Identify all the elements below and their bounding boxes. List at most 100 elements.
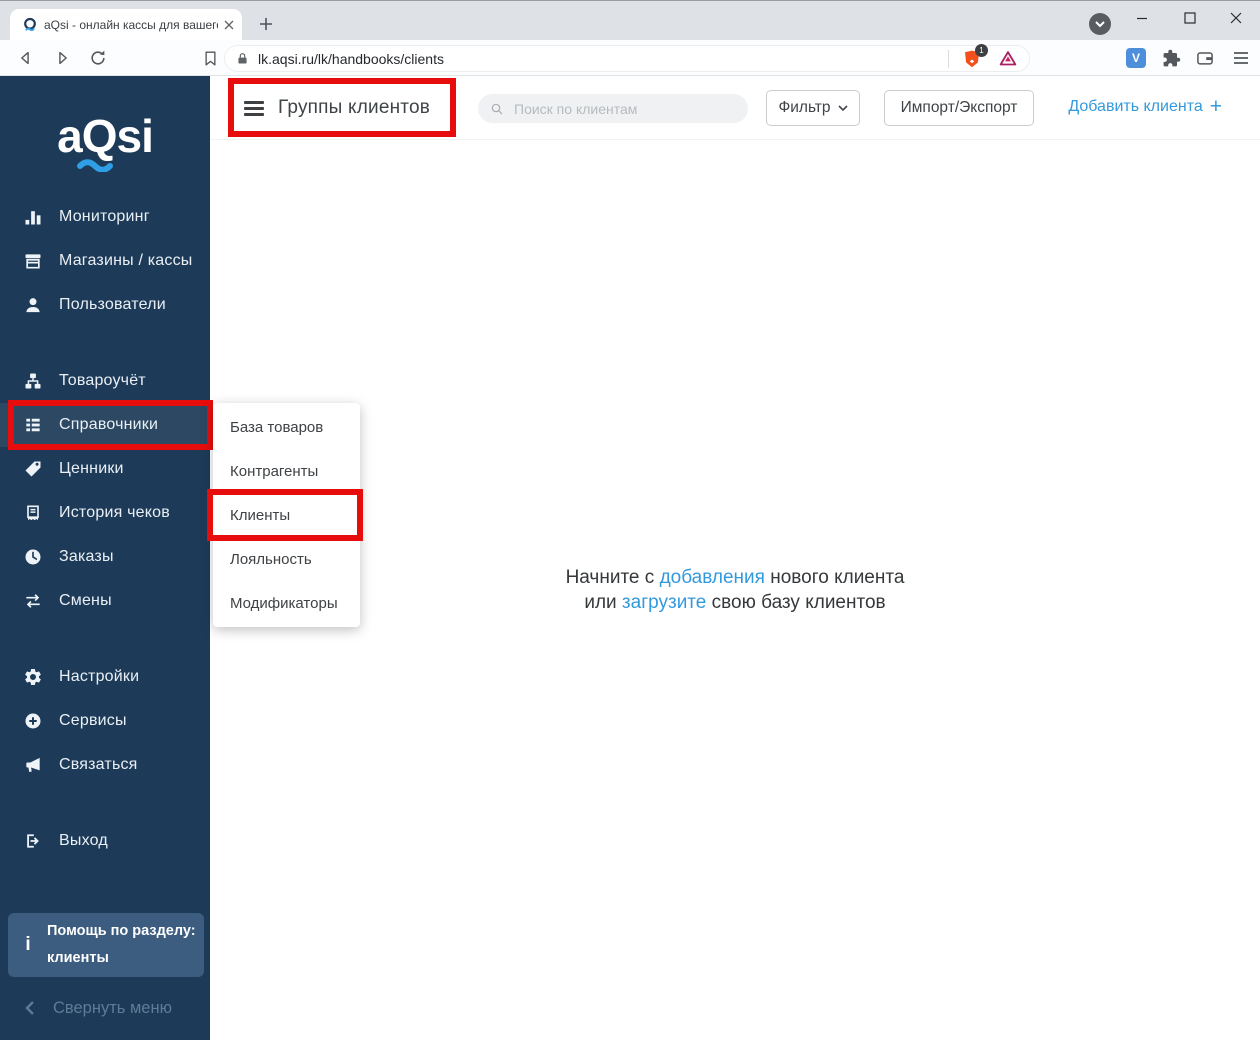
list-icon [22, 414, 44, 436]
forward-icon[interactable] [50, 46, 74, 70]
extensions-puzzle-icon[interactable] [1160, 47, 1182, 69]
sidebar-item-label: Ценники [59, 460, 124, 477]
sidebar-item-label: Выход [59, 832, 108, 849]
aqsi-logo: aQsi [0, 76, 210, 195]
bookmark-icon[interactable] [198, 46, 222, 70]
sidebar-item-receipt-history[interactable]: История чеков [0, 491, 210, 535]
collapse-menu-button[interactable]: Свернуть меню [0, 986, 210, 1030]
aqsi-favicon-icon [22, 17, 38, 33]
empty-text: или [584, 592, 622, 613]
upload-base-link[interactable]: загрузите [622, 592, 706, 613]
sidebar-item-shifts[interactable]: Смены [0, 579, 210, 623]
tab-close-icon[interactable] [224, 20, 234, 30]
sidebar-item-label: Мониторинг [59, 208, 150, 225]
browser-tab-strip: aQsi - онлайн кассы для вашего [0, 0, 1260, 41]
sidebar-group-divider [0, 787, 210, 819]
empty-text: нового клиента [764, 567, 905, 588]
sidebar-item-label: Пользователи [59, 296, 166, 313]
submenu-item-counterparties[interactable]: Контрагенты [213, 449, 360, 493]
logo-text: aQsi [57, 109, 154, 162]
megaphone-icon [22, 754, 44, 776]
chevron-down-icon [837, 104, 848, 112]
plus-icon: + [1209, 95, 1222, 118]
logout-icon [22, 830, 44, 852]
address-divider [948, 49, 949, 68]
bar-chart-icon [22, 206, 44, 228]
clock-icon [22, 546, 44, 568]
back-icon[interactable] [14, 46, 38, 70]
help-line1: Помощь по разделу: [47, 923, 196, 939]
browser-tab[interactable]: aQsi - онлайн кассы для вашего [10, 9, 242, 41]
sidebar-item-handbooks[interactable]: Справочники [0, 403, 210, 447]
window-close-button[interactable] [1214, 1, 1258, 35]
sidebar-item-logout[interactable]: Выход [0, 819, 210, 863]
sidebar: aQsi Мониторинг Магазины / кассы Пользов… [0, 76, 210, 1040]
window-minimize-button[interactable] [1120, 1, 1164, 35]
submenu-item-loyalty[interactable]: Лояльность [213, 537, 360, 581]
tab-search-button[interactable] [1089, 13, 1111, 35]
sidebar-item-services[interactable]: Сервисы [0, 699, 210, 743]
filter-label: Фильтр [778, 99, 831, 116]
bat-rewards-icon[interactable] [997, 48, 1019, 70]
lock-icon [235, 51, 250, 66]
sidebar-item-label: Настройки [59, 668, 140, 685]
sidebar-item-orders[interactable]: Заказы [0, 535, 210, 579]
sidebar-item-price-tags[interactable]: Ценники [0, 447, 210, 491]
sidebar-item-label: Связаться [59, 756, 138, 773]
submenu-item-modifiers[interactable]: Модификаторы [213, 581, 360, 625]
sidebar-item-label: Сервисы [59, 712, 127, 729]
shield-badge: 1 [975, 43, 988, 57]
add-client-link[interactable]: добавления [660, 567, 765, 588]
sidebar-group-divider [0, 623, 210, 655]
sidebar-item-label: Смены [59, 592, 112, 609]
plus-circle-icon [22, 710, 44, 732]
brave-shield-icon[interactable]: 1 [961, 43, 988, 70]
sidebar-item-inventory[interactable]: Товароучёт [0, 359, 210, 403]
sidebar-item-label: Магазины / кассы [59, 252, 193, 269]
add-client-label: Добавить клиента [1068, 98, 1203, 115]
hierarchy-icon [22, 370, 44, 392]
user-icon [22, 294, 44, 316]
help-line2: клиенты [47, 950, 109, 966]
import-export-label: Импорт/Экспорт [900, 99, 1018, 116]
wallet-icon[interactable] [1194, 47, 1216, 69]
search-icon [489, 101, 505, 117]
sidebar-item-monitoring[interactable]: Мониторинг [0, 195, 210, 239]
swap-arrows-icon [22, 590, 44, 612]
receipt-icon [22, 502, 44, 524]
tab-title: aQsi - онлайн кассы для вашего [44, 18, 218, 32]
handbooks-submenu: База товаров Контрагенты Клиенты Лояльно… [213, 403, 360, 627]
add-client-button[interactable]: Добавить клиента + [1068, 95, 1222, 118]
sidebar-item-stores[interactable]: Магазины / кассы [0, 239, 210, 283]
new-tab-button[interactable] [252, 10, 280, 38]
info-icon: i [25, 934, 31, 955]
submenu-item-clients[interactable]: Клиенты [213, 493, 360, 537]
tag-icon [22, 458, 44, 480]
help-box[interactable]: i Помощь по разделу: клиенты [8, 913, 204, 977]
sidebar-item-settings[interactable]: Настройки [0, 655, 210, 699]
address-bar[interactable]: lk.aqsi.ru/lk/handbooks/clients 1 [224, 43, 1030, 72]
sidebar-item-users[interactable]: Пользователи [0, 283, 210, 327]
sidebar-item-contact[interactable]: Связаться [0, 743, 210, 787]
reload-icon[interactable] [86, 46, 110, 70]
window-maximize-button[interactable] [1168, 1, 1212, 35]
browser-menu-icon[interactable] [1230, 47, 1252, 69]
main-content: Группы клиентов Фильтр Импорт/Экспорт До… [210, 76, 1260, 1040]
import-export-button[interactable]: Импорт/Экспорт [884, 90, 1034, 126]
page-title: Группы клиентов [278, 97, 431, 118]
client-search[interactable] [478, 94, 748, 123]
empty-state-message: Начните с добавления нового клиента или … [210, 565, 1260, 615]
empty-text: свою базу клиентов [706, 592, 886, 613]
sidebar-item-label: История чеков [59, 504, 170, 521]
chevron-left-icon [24, 1000, 36, 1016]
hamburger-menu-icon[interactable] [244, 101, 264, 119]
collapse-label: Свернуть меню [53, 998, 172, 1017]
empty-text: Начните с [565, 567, 660, 588]
sidebar-item-label: Справочники [59, 416, 159, 433]
extension-v-icon[interactable]: V [1126, 48, 1146, 68]
submenu-item-product-base[interactable]: База товаров [213, 405, 360, 449]
filter-button[interactable]: Фильтр [766, 90, 860, 126]
logo-wave-icon [77, 159, 113, 172]
url-text: lk.aqsi.ru/lk/handbooks/clients [258, 50, 444, 67]
search-input[interactable] [512, 99, 748, 118]
